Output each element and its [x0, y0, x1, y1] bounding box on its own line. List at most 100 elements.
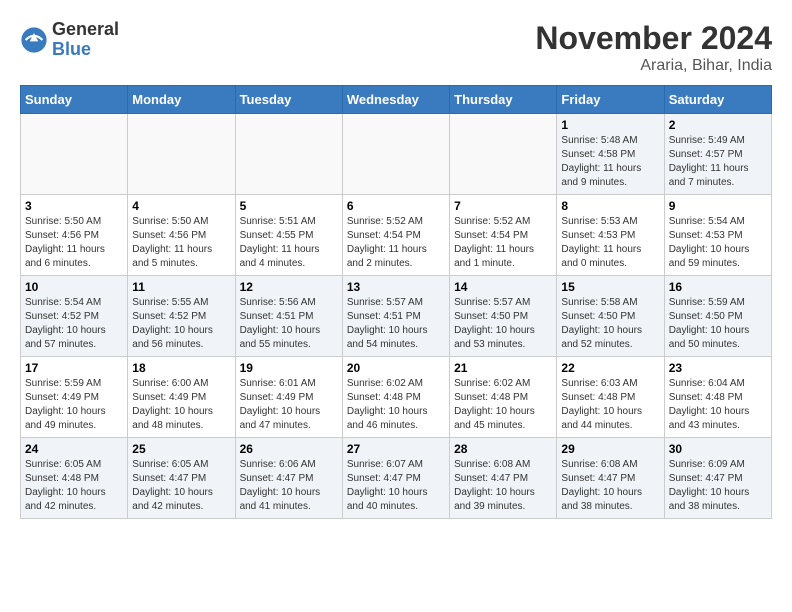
day-info: Sunrise: 6:09 AMSunset: 4:47 PMDaylight:…	[669, 458, 767, 514]
calendar-table: SundayMondayTuesdayWednesdayThursdayFrid…	[20, 85, 772, 519]
day-number: 5	[240, 199, 338, 213]
header-saturday: Saturday	[664, 86, 771, 114]
calendar-cell: 4Sunrise: 5:50 AMSunset: 4:56 PMDaylight…	[128, 195, 235, 276]
day-number: 1	[561, 118, 659, 132]
calendar-week-4: 17Sunrise: 5:59 AMSunset: 4:49 PMDayligh…	[21, 357, 772, 438]
day-number: 19	[240, 361, 338, 375]
title-area: November 2024 Araria, Bihar, India	[535, 20, 772, 75]
calendar-cell: 19 Sunrise: 6:01 AMSunset: 4:49 PMDayligh…	[235, 357, 342, 438]
header-monday: Monday	[128, 86, 235, 114]
day-number: 11	[132, 280, 230, 294]
header-tuesday: Tuesday	[235, 86, 342, 114]
calendar-cell: 20Sunrise: 6:02 AMSunset: 4:48 PMDayligh…	[342, 357, 449, 438]
calendar-cell	[450, 114, 557, 195]
day-info: Sunrise: 5:58 AMSunset: 4:50 PMDaylight:…	[561, 296, 659, 352]
header-wednesday: Wednesday	[342, 86, 449, 114]
day-number: 26	[240, 442, 338, 456]
day-info: Sunrise: 6:00 AMSunset: 4:49 PMDaylight:…	[132, 377, 230, 433]
calendar-header-row: SundayMondayTuesdayWednesdayThursdayFrid…	[21, 86, 772, 114]
day-number: 28	[454, 442, 552, 456]
header-thursday: Thursday	[450, 86, 557, 114]
day-number: 24	[25, 442, 123, 456]
day-number: 7	[454, 199, 552, 213]
calendar-cell: 26 Sunrise: 6:06 AMSunset: 4:47 PMDayligh…	[235, 438, 342, 519]
calendar-cell: 21Sunrise: 6:02 AMSunset: 4:48 PMDayligh…	[450, 357, 557, 438]
day-number: 22	[561, 361, 659, 375]
logo-icon	[20, 26, 48, 54]
day-info: Sunrise: 5:57 AMSunset: 4:50 PMDaylight:…	[454, 296, 552, 352]
calendar-cell: 23Sunrise: 6:04 AMSunset: 4:48 PMDayligh…	[664, 357, 771, 438]
calendar-week-5: 24 Sunrise: 6:05 AMSunset: 4:48 PMDayligh…	[21, 438, 772, 519]
day-info: Sunrise: 5:54 AMSunset: 4:52 PMDaylight:…	[25, 296, 123, 352]
calendar-cell: 18 Sunrise: 6:00 AMSunset: 4:49 PMDayligh…	[128, 357, 235, 438]
day-number: 29	[561, 442, 659, 456]
calendar-week-3: 10 Sunrise: 5:54 AMSunset: 4:52 PMDayligh…	[21, 276, 772, 357]
day-info: Sunrise: 6:01 AMSunset: 4:49 PMDaylight:…	[240, 377, 338, 433]
day-info: Sunrise: 6:05 AMSunset: 4:48 PMDaylight:…	[25, 458, 123, 514]
calendar-cell	[128, 114, 235, 195]
day-info: Sunrise: 5:48 AMSunset: 4:58 PMDaylight:…	[561, 134, 659, 190]
calendar-cell: 10 Sunrise: 5:54 AMSunset: 4:52 PMDayligh…	[21, 276, 128, 357]
day-number: 8	[561, 199, 659, 213]
day-number: 27	[347, 442, 445, 456]
calendar-cell	[21, 114, 128, 195]
location-title: Araria, Bihar, India	[535, 57, 772, 75]
calendar-week-1: 1 Sunrise: 5:48 AMSunset: 4:58 PMDaylight…	[21, 114, 772, 195]
calendar-cell: 3 Sunrise: 5:50 AMSunset: 4:56 PMDaylight…	[21, 195, 128, 276]
day-number: 14	[454, 280, 552, 294]
day-number: 18	[132, 361, 230, 375]
calendar-cell: 25Sunrise: 6:05 AMSunset: 4:47 PMDayligh…	[128, 438, 235, 519]
day-info: Sunrise: 5:51 AMSunset: 4:55 PMDaylight:…	[240, 215, 338, 271]
calendar-cell: 17Sunrise: 5:59 AMSunset: 4:49 PMDayligh…	[21, 357, 128, 438]
logo-text: General Blue	[52, 20, 119, 60]
header-sunday: Sunday	[21, 86, 128, 114]
calendar-cell: 27Sunrise: 6:07 AMSunset: 4:47 PMDayligh…	[342, 438, 449, 519]
logo: General Blue	[20, 20, 119, 60]
calendar-cell: 2 Sunrise: 5:49 AMSunset: 4:57 PMDaylight…	[664, 114, 771, 195]
page-header: General Blue November 2024 Araria, Bihar…	[20, 20, 772, 75]
calendar-cell: 13Sunrise: 5:57 AMSunset: 4:51 PMDayligh…	[342, 276, 449, 357]
day-info: Sunrise: 6:06 AMSunset: 4:47 PMDaylight:…	[240, 458, 338, 514]
calendar-cell: 15 Sunrise: 5:58 AMSunset: 4:50 PMDayligh…	[557, 276, 664, 357]
header-friday: Friday	[557, 86, 664, 114]
day-info: Sunrise: 5:50 AMSunset: 4:56 PMDaylight:…	[25, 215, 123, 271]
calendar-cell: 14 Sunrise: 5:57 AMSunset: 4:50 PMDayligh…	[450, 276, 557, 357]
day-info: Sunrise: 6:08 AMSunset: 4:47 PMDaylight:…	[454, 458, 552, 514]
calendar-cell	[235, 114, 342, 195]
day-number: 3	[25, 199, 123, 213]
day-number: 30	[669, 442, 767, 456]
day-info: Sunrise: 5:59 AMSunset: 4:50 PMDaylight:…	[669, 296, 767, 352]
calendar-cell: 11 Sunrise: 5:55 AMSunset: 4:52 PMDayligh…	[128, 276, 235, 357]
day-info: Sunrise: 5:52 AMSunset: 4:54 PMDaylight:…	[454, 215, 552, 271]
day-info: Sunrise: 6:08 AMSunset: 4:47 PMDaylight:…	[561, 458, 659, 514]
calendar-cell	[342, 114, 449, 195]
day-number: 15	[561, 280, 659, 294]
day-info: Sunrise: 6:02 AMSunset: 4:48 PMDaylight:…	[347, 377, 445, 433]
month-title: November 2024	[535, 20, 772, 57]
calendar-cell: 1 Sunrise: 5:48 AMSunset: 4:58 PMDaylight…	[557, 114, 664, 195]
day-info: Sunrise: 6:03 AMSunset: 4:48 PMDaylight:…	[561, 377, 659, 433]
day-info: Sunrise: 5:55 AMSunset: 4:52 PMDaylight:…	[132, 296, 230, 352]
day-number: 25	[132, 442, 230, 456]
calendar-cell: 22 Sunrise: 6:03 AMSunset: 4:48 PMDayligh…	[557, 357, 664, 438]
calendar-cell: 29 Sunrise: 6:08 AMSunset: 4:47 PMDayligh…	[557, 438, 664, 519]
day-info: Sunrise: 5:50 AMSunset: 4:56 PMDaylight:…	[132, 215, 230, 271]
day-number: 21	[454, 361, 552, 375]
day-info: Sunrise: 5:56 AMSunset: 4:51 PMDaylight:…	[240, 296, 338, 352]
day-number: 2	[669, 118, 767, 132]
logo-general: General	[52, 20, 119, 40]
calendar-week-2: 3 Sunrise: 5:50 AMSunset: 4:56 PMDaylight…	[21, 195, 772, 276]
day-info: Sunrise: 5:49 AMSunset: 4:57 PMDaylight:…	[669, 134, 767, 190]
day-number: 12	[240, 280, 338, 294]
calendar-cell: 12 Sunrise: 5:56 AMSunset: 4:51 PMDayligh…	[235, 276, 342, 357]
day-number: 10	[25, 280, 123, 294]
day-number: 13	[347, 280, 445, 294]
day-number: 17	[25, 361, 123, 375]
calendar-cell: 16Sunrise: 5:59 AMSunset: 4:50 PMDayligh…	[664, 276, 771, 357]
calendar-cell: 7 Sunrise: 5:52 AMSunset: 4:54 PMDaylight…	[450, 195, 557, 276]
logo-blue: Blue	[52, 40, 119, 60]
day-info: Sunrise: 6:04 AMSunset: 4:48 PMDaylight:…	[669, 377, 767, 433]
calendar-cell: 6Sunrise: 5:52 AMSunset: 4:54 PMDaylight…	[342, 195, 449, 276]
day-info: Sunrise: 5:52 AMSunset: 4:54 PMDaylight:…	[347, 215, 445, 271]
calendar-cell: 28 Sunrise: 6:08 AMSunset: 4:47 PMDayligh…	[450, 438, 557, 519]
